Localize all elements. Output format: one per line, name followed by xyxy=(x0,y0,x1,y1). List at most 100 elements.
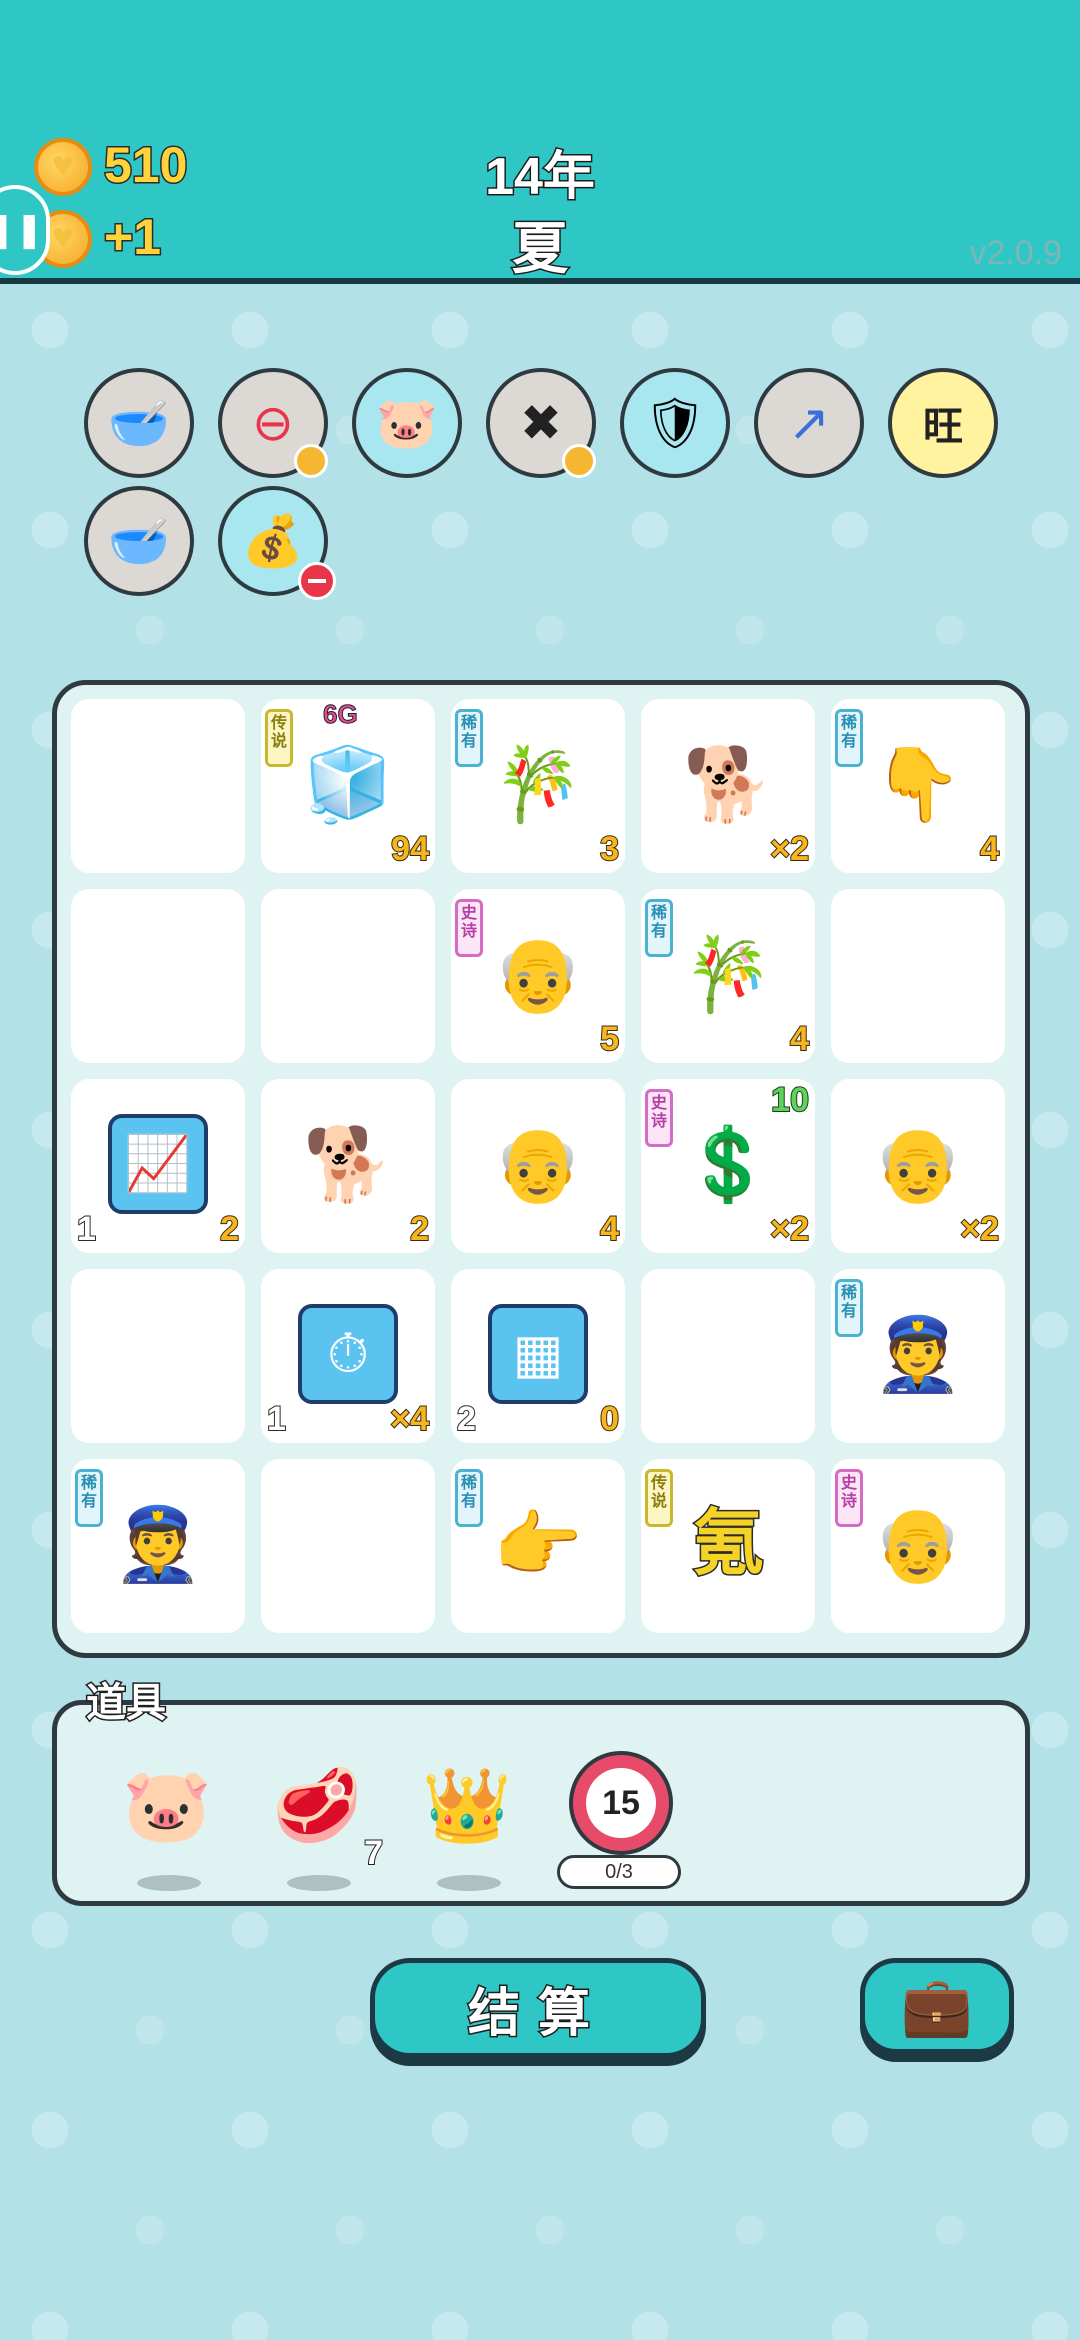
board-cell[interactable]: 史诗 💲 ×2 10 xyxy=(641,1079,815,1253)
piggy-bank-icon: 🐷 xyxy=(375,393,439,452)
rarity-tag: 稀有 xyxy=(835,709,863,767)
items-panel: 🐷 🥩 7 👑 15 0/3 xyxy=(52,1700,1030,1906)
board-cell-empty[interactable] xyxy=(71,1269,245,1443)
cell-value-br: 94 xyxy=(390,829,430,869)
board-cell[interactable]: 👴 ×2 xyxy=(831,1079,1005,1253)
fridge-icon: 🧊 xyxy=(303,742,393,826)
board-cell[interactable]: ▦ 0 2 xyxy=(451,1269,625,1443)
cell-value-br: 4 xyxy=(979,829,1000,869)
settle-button[interactable]: 结算 xyxy=(370,1958,706,2058)
relic-piggy-bank[interactable]: 🐷 xyxy=(352,368,462,478)
old-man-glasses-icon: 👴 xyxy=(493,1122,583,1206)
kanji-label: 氪 xyxy=(690,1504,765,1584)
heart-coin-badge-icon xyxy=(294,444,328,478)
wang-pattern-icon: 旺 xyxy=(923,404,963,450)
inventory-button[interactable]: 💼 xyxy=(860,1958,1014,2054)
relic-dog-food-bowl-2[interactable]: 🥣 xyxy=(84,486,194,596)
board-cell[interactable]: 传说氪 xyxy=(641,1459,815,1633)
board-cell[interactable]: ⏱ ×4 1 xyxy=(261,1269,435,1443)
delete-tag-icon: ✖ xyxy=(520,394,562,452)
board-cell[interactable]: 稀有 🎋 3 xyxy=(451,699,625,873)
bearded-man-icon: 👴 xyxy=(493,932,583,1016)
briefcase-icon: 💼 xyxy=(900,1971,974,2040)
husky-dog-icon: 🐕 xyxy=(303,1122,393,1206)
board-cell-empty[interactable] xyxy=(71,699,245,873)
board-cell[interactable]: 🐕 ×2 xyxy=(641,699,815,873)
card-tile: ⏱ xyxy=(298,1304,398,1404)
heart-coin-badge-icon xyxy=(562,444,596,478)
stopwatch-card-icon: ⏱ xyxy=(298,1299,398,1409)
relic-dog-food-bowl[interactable]: 🥣 xyxy=(84,368,194,478)
item-piggy-bank[interactable]: 🐷 xyxy=(107,1745,227,1891)
board-cell[interactable]: 稀有 👮 xyxy=(71,1459,245,1633)
rarity-tag: 稀有 xyxy=(455,1469,483,1527)
relic-wang-pattern[interactable]: 旺 xyxy=(888,368,998,478)
item-shadow xyxy=(137,1875,201,1891)
reroll-timer[interactable]: 15 xyxy=(569,1751,673,1855)
coin-count: 510 xyxy=(102,136,188,195)
bamboo-icon: 🎋 xyxy=(683,932,773,1016)
board-cell-empty[interactable] xyxy=(831,889,1005,1063)
cell-value-bl: 1 xyxy=(76,1209,97,1249)
broken-dollar-coin-icon: 💲 xyxy=(683,1122,773,1206)
slot-board: 传说 🧊 6G 94 稀有 🎋 3 🐕 ×2 稀有 👇 4 史诗 👴 5 稀有 🎋 4 📈 2 1 🐕 2 👴 4 史诗 💲 ×2 10… xyxy=(52,680,1030,1658)
year-label: 14年 xyxy=(484,147,597,208)
remove-badge-icon xyxy=(298,562,336,600)
board-cell[interactable]: 稀有 👮 xyxy=(831,1269,1005,1443)
season-label: 夏 xyxy=(511,216,570,282)
rarity-tag: 稀有 xyxy=(835,1279,863,1337)
rarity-tag: 稀有 xyxy=(455,709,483,767)
rarity-tag: 稀有 xyxy=(75,1469,103,1527)
relic-arrow-card[interactable]: ↗ xyxy=(754,368,864,478)
raw-meat-icon: 🥩 xyxy=(272,1762,362,1847)
cell-value-br: ×2 xyxy=(959,1209,1000,1249)
cell-value-br: ×4 xyxy=(389,1399,430,1439)
board-cell-empty[interactable] xyxy=(71,889,245,1063)
item-shadow xyxy=(437,1875,501,1891)
trend-chart-card-icon: 📈 xyxy=(108,1109,208,1219)
board-cell[interactable]: 史诗 👴 xyxy=(831,1459,1005,1633)
board-cell[interactable]: 稀有 👇 4 xyxy=(831,699,1005,873)
cell-value-br: 2 xyxy=(219,1209,240,1249)
cell-value-tr: 10 xyxy=(770,1080,810,1120)
relic-minus-circle[interactable]: ⊖ xyxy=(218,368,328,478)
coin-icon xyxy=(34,138,92,196)
dog-food-bowl-icon: 🥣 xyxy=(107,393,171,452)
relic-delete-tag[interactable]: ✖ xyxy=(486,368,596,478)
board-cell-empty[interactable] xyxy=(261,1459,435,1633)
minus-circle-icon: ⊖ xyxy=(252,394,294,452)
board-cell-empty[interactable] xyxy=(261,889,435,1063)
sad-old-man-icon: 👴 xyxy=(873,1502,963,1586)
board-cell[interactable]: 稀有 👉 xyxy=(451,1459,625,1633)
board-cell[interactable]: 📈 2 1 xyxy=(71,1079,245,1253)
board-cell[interactable]: 传说 🧊 6G 94 xyxy=(261,699,435,873)
board-cell[interactable]: 🐕 2 xyxy=(261,1079,435,1253)
rarity-tag: 史诗 xyxy=(835,1469,863,1527)
side-menu-button[interactable]: ❚❚ xyxy=(0,185,50,275)
top-bar: 510 +1 14年 夏 v2.0.9 ❚❚ xyxy=(0,0,1080,284)
cell-value-br: 2 xyxy=(409,1209,430,1249)
board-cell[interactable]: 史诗 👴 5 xyxy=(451,889,625,1063)
reroll-progress: 0/3 xyxy=(557,1855,681,1889)
income-value: +1 xyxy=(102,208,162,267)
cell-value-br: 0 xyxy=(599,1399,620,1439)
relic-shield-wrench[interactable]: 🛡 xyxy=(620,368,730,478)
board-cell[interactable]: 👴 4 xyxy=(451,1079,625,1253)
cell-value-br: ×2 xyxy=(769,829,810,869)
piggy-bank-coin-icon: 🐷 xyxy=(122,1762,212,1847)
item-raw-meat[interactable]: 🥩 7 xyxy=(257,1745,384,1891)
krypton-character-icon: 氪 xyxy=(678,1489,778,1599)
board-cell[interactable]: 稀有 🎋 4 xyxy=(641,889,815,1063)
timer-value: 15 xyxy=(586,1768,656,1838)
board-cell-empty[interactable] xyxy=(641,1269,815,1443)
card-tile: ▦ xyxy=(488,1304,588,1404)
dog-food-bowl-icon: 🥣 xyxy=(107,511,171,570)
husky-dog-icon: 🐕 xyxy=(683,742,773,826)
cell-value-br: 4 xyxy=(599,1209,620,1249)
cell-value-br: 3 xyxy=(599,829,620,869)
item-gold-crown[interactable]: 👑 xyxy=(407,1745,527,1891)
items-title: 道具 xyxy=(85,1680,168,1727)
relic-money-sack[interactable]: 💰 xyxy=(218,486,336,600)
pointing-hand-down-icon: 👇 xyxy=(873,742,963,826)
rarity-tag: 稀有 xyxy=(645,899,673,957)
